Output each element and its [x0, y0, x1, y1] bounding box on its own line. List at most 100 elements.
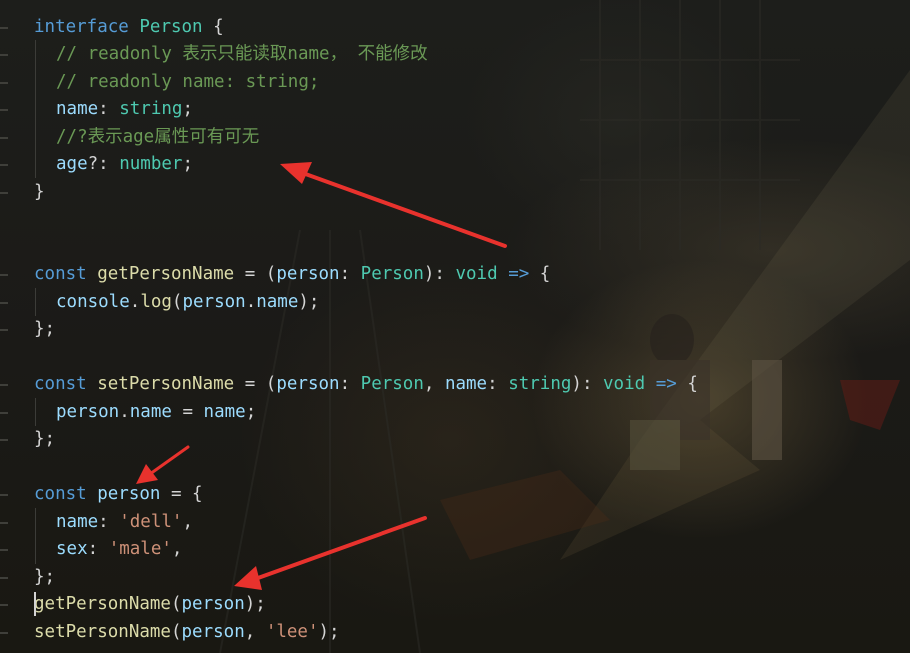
code-token: {: [202, 17, 224, 37]
code-token: interface: [34, 17, 129, 37]
code-token: :: [339, 264, 361, 284]
code-line[interactable]: const getPersonName = (person: Person): …: [34, 261, 550, 289]
code-token: ,: [244, 622, 266, 642]
code-token: Person: [360, 374, 424, 394]
code-token: ,: [423, 374, 445, 394]
code-line[interactable]: // readonly 表示只能读取name， 不能修改: [56, 41, 428, 69]
code-token: = {: [160, 484, 203, 504]
code-token: person: [56, 402, 120, 422]
text-cursor: [34, 592, 36, 616]
code-line[interactable]: };: [34, 564, 55, 592]
code-line[interactable]: interface Person {: [34, 14, 224, 42]
code-token: ):: [571, 374, 604, 394]
code-token: =>: [655, 374, 677, 394]
code-line[interactable]: const person = {: [34, 481, 203, 509]
code-token: 'male': [108, 539, 172, 559]
code-token: .: [245, 292, 257, 312]
code-token: //?表示age属性可有可无: [56, 127, 260, 147]
code-line[interactable]: person.name = name;: [56, 399, 256, 427]
code-line[interactable]: name: 'dell',: [56, 509, 193, 537]
code-line[interactable]: }: [34, 179, 45, 207]
code-token: {: [529, 264, 551, 284]
code-token: ;: [182, 99, 193, 119]
code-token: ,: [182, 512, 193, 532]
code-line[interactable]: setPersonName(person, 'lee');: [34, 619, 340, 647]
code-line[interactable]: sex: 'male',: [56, 536, 182, 564]
code-token: log: [140, 292, 172, 312]
code-line[interactable]: };: [34, 426, 55, 454]
code-token: console: [56, 292, 130, 312]
code-token: = (: [234, 374, 277, 394]
code-area[interactable]: interface Person {// readonly 表示只能读取name…: [0, 0, 910, 653]
code-token: (: [171, 292, 183, 312]
code-token: string: [119, 99, 183, 119]
code-token: ;: [245, 402, 257, 422]
code-token: name: [256, 292, 299, 312]
code-token: person: [97, 484, 161, 504]
code-token: );: [298, 292, 320, 312]
code-token: Person: [139, 17, 203, 37]
code-token: person: [276, 374, 340, 394]
code-token: age: [56, 154, 88, 174]
code-token: person: [276, 264, 340, 284]
code-token: :: [487, 374, 509, 394]
code-token: (: [170, 594, 182, 614]
code-token: sex: [56, 539, 88, 559]
code-token: );: [318, 622, 340, 642]
code-token: string: [508, 374, 572, 394]
code-token: name: [129, 402, 172, 422]
code-line[interactable]: console.log(person.name);: [56, 289, 319, 317]
code-line[interactable]: getPersonName(person);: [34, 591, 266, 619]
code-token: setPersonName: [34, 622, 171, 642]
code-token: );: [244, 594, 266, 614]
code-token: getPersonName: [34, 594, 171, 614]
code-token: };: [34, 319, 56, 339]
code-token: };: [34, 429, 56, 449]
code-token: person: [182, 292, 246, 312]
code-token: // readonly 表示只能读取name， 不能修改: [56, 44, 428, 64]
code-token: }: [34, 182, 45, 202]
code-token: person: [181, 622, 245, 642]
code-line[interactable]: // readonly name: string;: [56, 69, 319, 97]
code-token: .: [119, 402, 130, 422]
code-line[interactable]: age?: number;: [56, 151, 193, 179]
code-token: };: [34, 567, 56, 587]
code-token: =: [171, 402, 204, 422]
code-token: ?:: [87, 154, 120, 174]
code-token: const: [34, 484, 87, 504]
code-token: const: [34, 264, 87, 284]
code-token: :: [98, 99, 120, 119]
code-token: void: [603, 374, 646, 394]
code-token: name: [56, 99, 99, 119]
code-token: setPersonName: [97, 374, 235, 394]
code-line[interactable]: };: [34, 316, 55, 344]
code-token: name: [56, 512, 99, 532]
code-token: name: [444, 374, 488, 394]
code-token: :: [87, 539, 109, 559]
code-token: :: [98, 512, 120, 532]
code-token: person: [181, 594, 245, 614]
code-token: :: [339, 374, 361, 394]
code-line[interactable]: //?表示age属性可有可无: [56, 124, 259, 152]
code-token: Person: [360, 264, 424, 284]
code-token: 'dell': [119, 512, 183, 532]
code-token: 'lee': [265, 622, 319, 642]
code-token: ):: [423, 264, 456, 284]
code-token: number: [119, 154, 183, 174]
code-line[interactable]: const setPersonName = (person: Person, n…: [34, 371, 698, 399]
code-token: name: [203, 402, 246, 422]
code-editor[interactable]: interface Person {// readonly 表示只能读取name…: [0, 0, 910, 653]
code-line[interactable]: name: string;: [56, 96, 193, 124]
code-token: ;: [182, 154, 193, 174]
code-token: {: [676, 374, 698, 394]
code-token: = (: [234, 264, 277, 284]
code-token: getPersonName: [97, 264, 235, 284]
code-token: // readonly name: string;: [56, 72, 320, 92]
code-token: void: [455, 264, 498, 284]
